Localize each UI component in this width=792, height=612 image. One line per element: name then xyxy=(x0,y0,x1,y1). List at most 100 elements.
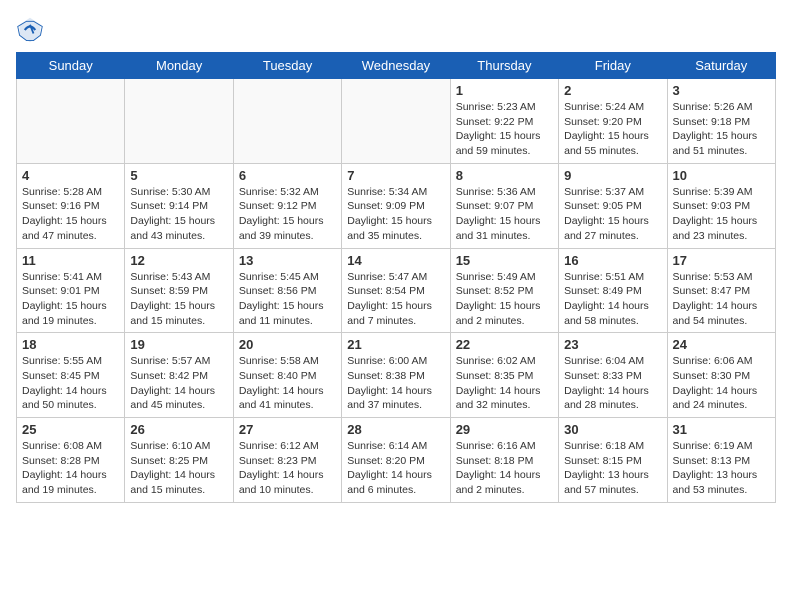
day-number: 11 xyxy=(22,253,119,268)
day-number: 5 xyxy=(130,168,227,183)
calendar-cell: 19 Sunrise: 5:57 AMSunset: 8:42 PMDayligh… xyxy=(125,333,233,418)
day-number: 3 xyxy=(673,83,770,98)
day-number: 17 xyxy=(673,253,770,268)
calendar-cell: 21Sunrise: 6:00 AMSunset: 8:38 PMDayligh… xyxy=(342,333,450,418)
day-info: Sunrise: 6:04 AMSunset: 8:33 PMDaylight:… xyxy=(564,354,661,413)
logo xyxy=(16,16,48,44)
day-info: Sunrise: 5:55 AMSunset: 8:45 PMDaylight:… xyxy=(22,354,119,413)
day-info: Sunrise: 5:41 AMSunset: 9:01 PMDaylight:… xyxy=(22,270,119,329)
calendar-cell: 20Sunrise: 5:58 AMSunset: 8:40 PMDayligh… xyxy=(233,333,341,418)
calendar-week-row: 11 Sunrise: 5:41 AMSunset: 9:01 PMDayligh… xyxy=(17,248,776,333)
day-number: 26 xyxy=(130,422,227,437)
calendar-cell: 14 Sunrise: 5:47 AMSunset: 8:54 PMDayligh… xyxy=(342,248,450,333)
calendar-cell: 7 Sunrise: 5:34 AMSunset: 9:09 PMDaylight… xyxy=(342,163,450,248)
calendar-header-row: SundayMondayTuesdayWednesdayThursdayFrid… xyxy=(17,53,776,79)
day-info: Sunrise: 5:49 AMSunset: 8:52 PMDaylight:… xyxy=(456,270,553,329)
calendar-cell: 15 Sunrise: 5:49 AMSunset: 8:52 PMDayligh… xyxy=(450,248,558,333)
day-info: Sunrise: 6:08 AMSunset: 8:28 PMDaylight:… xyxy=(22,439,119,498)
day-info: Sunrise: 5:37 AMSunset: 9:05 PMDaylight:… xyxy=(564,185,661,244)
day-number: 16 xyxy=(564,253,661,268)
day-info: Sunrise: 5:53 AMSunset: 8:47 PMDaylight:… xyxy=(673,270,770,329)
calendar-cell: 16 Sunrise: 5:51 AMSunset: 8:49 PMDayligh… xyxy=(559,248,667,333)
calendar-cell: 25 Sunrise: 6:08 AMSunset: 8:28 PMDayligh… xyxy=(17,418,125,503)
page-header xyxy=(16,16,776,44)
day-number: 19 xyxy=(130,337,227,352)
day-number: 22 xyxy=(456,337,553,352)
day-number: 24 xyxy=(673,337,770,352)
day-info: Sunrise: 6:16 AMSunset: 8:18 PMDaylight:… xyxy=(456,439,553,498)
day-number: 14 xyxy=(347,253,444,268)
day-info: Sunrise: 5:36 AMSunset: 9:07 PMDaylight:… xyxy=(456,185,553,244)
day-number: 23 xyxy=(564,337,661,352)
day-number: 1 xyxy=(456,83,553,98)
day-info: Sunrise: 5:24 AMSunset: 9:20 PMDaylight:… xyxy=(564,100,661,159)
calendar-cell: 8 Sunrise: 5:36 AMSunset: 9:07 PMDaylight… xyxy=(450,163,558,248)
calendar-cell: 6 Sunrise: 5:32 AMSunset: 9:12 PMDaylight… xyxy=(233,163,341,248)
day-info: Sunrise: 5:34 AMSunset: 9:09 PMDaylight:… xyxy=(347,185,444,244)
day-number: 15 xyxy=(456,253,553,268)
day-info: Sunrise: 6:00 AMSunset: 8:38 PMDaylight:… xyxy=(347,354,444,413)
calendar-header-tuesday: Tuesday xyxy=(233,53,341,79)
day-info: Sunrise: 6:14 AMSunset: 8:20 PMDaylight:… xyxy=(347,439,444,498)
calendar-cell: 4 Sunrise: 5:28 AMSunset: 9:16 PMDaylight… xyxy=(17,163,125,248)
day-number: 7 xyxy=(347,168,444,183)
calendar-cell xyxy=(17,79,125,164)
calendar-header-thursday: Thursday xyxy=(450,53,558,79)
day-info: Sunrise: 5:39 AMSunset: 9:03 PMDaylight:… xyxy=(673,185,770,244)
calendar-cell: 23 Sunrise: 6:04 AMSunset: 8:33 PMDayligh… xyxy=(559,333,667,418)
calendar-week-row: 18 Sunrise: 5:55 AMSunset: 8:45 PMDayligh… xyxy=(17,333,776,418)
day-number: 30 xyxy=(564,422,661,437)
day-info: Sunrise: 5:30 AMSunset: 9:14 PMDaylight:… xyxy=(130,185,227,244)
day-info: Sunrise: 6:12 AMSunset: 8:23 PMDaylight:… xyxy=(239,439,336,498)
day-info: Sunrise: 5:26 AMSunset: 9:18 PMDaylight:… xyxy=(673,100,770,159)
day-number: 4 xyxy=(22,168,119,183)
day-info: Sunrise: 6:18 AMSunset: 8:15 PMDaylight:… xyxy=(564,439,661,498)
calendar-cell: 31 Sunrise: 6:19 AMSunset: 8:13 PMDayligh… xyxy=(667,418,775,503)
calendar-cell: 13 Sunrise: 5:45 AMSunset: 8:56 PMDayligh… xyxy=(233,248,341,333)
day-number: 2 xyxy=(564,83,661,98)
day-number: 6 xyxy=(239,168,336,183)
calendar-cell: 11 Sunrise: 5:41 AMSunset: 9:01 PMDayligh… xyxy=(17,248,125,333)
calendar-header-sunday: Sunday xyxy=(17,53,125,79)
day-number: 13 xyxy=(239,253,336,268)
day-info: Sunrise: 6:02 AMSunset: 8:35 PMDaylight:… xyxy=(456,354,553,413)
calendar-cell: 26 Sunrise: 6:10 AMSunset: 8:25 PMDayligh… xyxy=(125,418,233,503)
day-info: Sunrise: 5:43 AMSunset: 8:59 PMDaylight:… xyxy=(130,270,227,329)
calendar-cell: 1Sunrise: 5:23 AMSunset: 9:22 PMDaylight… xyxy=(450,79,558,164)
day-number: 20 xyxy=(239,337,336,352)
calendar-cell: 17 Sunrise: 5:53 AMSunset: 8:47 PMDayligh… xyxy=(667,248,775,333)
day-number: 18 xyxy=(22,337,119,352)
day-number: 8 xyxy=(456,168,553,183)
day-info: Sunrise: 5:32 AMSunset: 9:12 PMDaylight:… xyxy=(239,185,336,244)
day-info: Sunrise: 6:10 AMSunset: 8:25 PMDaylight:… xyxy=(130,439,227,498)
day-info: Sunrise: 5:57 AMSunset: 8:42 PMDaylight:… xyxy=(130,354,227,413)
calendar-cell: 12 Sunrise: 5:43 AMSunset: 8:59 PMDayligh… xyxy=(125,248,233,333)
logo-icon xyxy=(16,16,44,44)
day-number: 29 xyxy=(456,422,553,437)
calendar-header-friday: Friday xyxy=(559,53,667,79)
day-number: 27 xyxy=(239,422,336,437)
calendar-cell xyxy=(233,79,341,164)
calendar-cell: 24Sunrise: 6:06 AMSunset: 8:30 PMDayligh… xyxy=(667,333,775,418)
day-number: 28 xyxy=(347,422,444,437)
calendar-week-row: 1Sunrise: 5:23 AMSunset: 9:22 PMDaylight… xyxy=(17,79,776,164)
day-info: Sunrise: 5:47 AMSunset: 8:54 PMDaylight:… xyxy=(347,270,444,329)
day-info: Sunrise: 5:45 AMSunset: 8:56 PMDaylight:… xyxy=(239,270,336,329)
calendar-week-row: 25 Sunrise: 6:08 AMSunset: 8:28 PMDayligh… xyxy=(17,418,776,503)
day-number: 31 xyxy=(673,422,770,437)
day-info: Sunrise: 6:19 AMSunset: 8:13 PMDaylight:… xyxy=(673,439,770,498)
calendar-cell: 2 Sunrise: 5:24 AMSunset: 9:20 PMDaylight… xyxy=(559,79,667,164)
calendar-cell: 3 Sunrise: 5:26 AMSunset: 9:18 PMDaylight… xyxy=(667,79,775,164)
day-info: Sunrise: 5:28 AMSunset: 9:16 PMDaylight:… xyxy=(22,185,119,244)
calendar-header-wednesday: Wednesday xyxy=(342,53,450,79)
calendar-table: SundayMondayTuesdayWednesdayThursdayFrid… xyxy=(16,52,776,503)
calendar-cell xyxy=(342,79,450,164)
day-number: 12 xyxy=(130,253,227,268)
calendar-cell: 5 Sunrise: 5:30 AMSunset: 9:14 PMDaylight… xyxy=(125,163,233,248)
calendar-week-row: 4 Sunrise: 5:28 AMSunset: 9:16 PMDaylight… xyxy=(17,163,776,248)
calendar-header-monday: Monday xyxy=(125,53,233,79)
day-number: 10 xyxy=(673,168,770,183)
day-number: 25 xyxy=(22,422,119,437)
calendar-cell: 27 Sunrise: 6:12 AMSunset: 8:23 PMDayligh… xyxy=(233,418,341,503)
day-info: Sunrise: 5:51 AMSunset: 8:49 PMDaylight:… xyxy=(564,270,661,329)
